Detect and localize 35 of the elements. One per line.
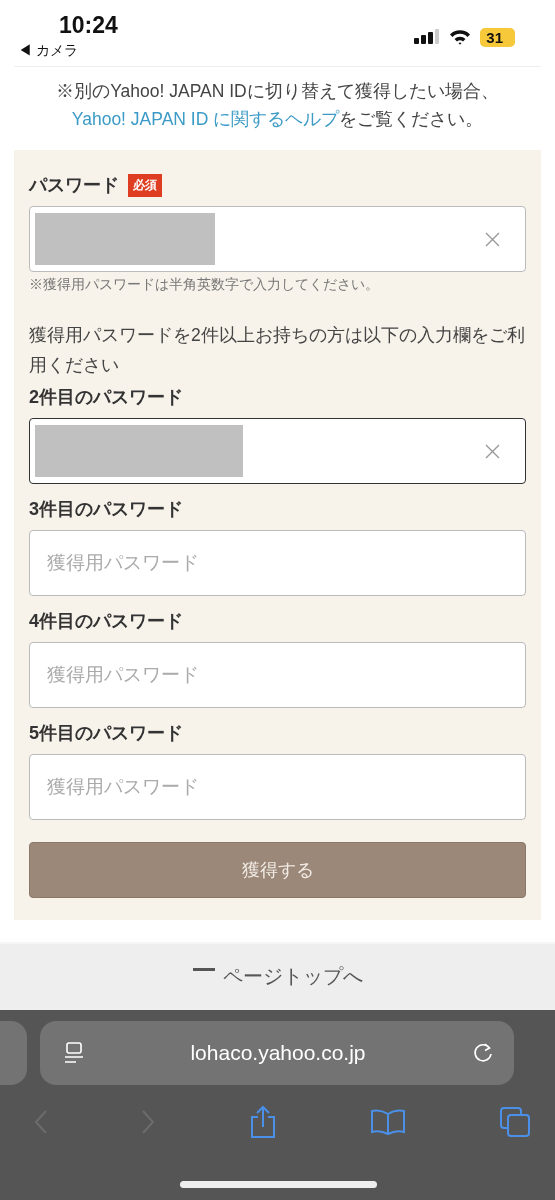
field-label: パスワード	[29, 174, 119, 197]
clear-icon[interactable]	[485, 443, 500, 459]
field-placeholder: 獲得用パスワード	[46, 663, 199, 687]
page-top-link[interactable]: ページトップへ	[192, 964, 363, 988]
password-field[interactable]: 獲得用パスワード	[29, 754, 526, 820]
address-bar[interactable]: lohaco.yahoo.co.jp	[40, 1021, 514, 1085]
password-field[interactable]	[29, 418, 526, 484]
field-placeholder: 獲得用パスワード	[46, 551, 199, 575]
signal-icon	[414, 29, 441, 45]
forward-icon[interactable]	[141, 1109, 156, 1135]
submit-button[interactable]: 獲得する	[29, 842, 526, 898]
help-link[interactable]: Yahoo! JAPAN ID に関するヘルプ	[71, 109, 340, 129]
status-time: 10:24	[59, 12, 118, 39]
required-badge: 必須	[128, 173, 162, 197]
battery-indicator: 31	[480, 27, 515, 47]
field-label: 5件目のパスワード	[29, 722, 183, 745]
field-label: 4件目のパスワード	[29, 610, 183, 633]
tabs-icon[interactable]	[499, 1106, 531, 1138]
bookmarks-icon[interactable]	[369, 1108, 406, 1136]
password-field[interactable]: 獲得用パスワード	[29, 530, 526, 596]
hint-text: ※獲得用パスワードは半角英数字で入力してください。	[29, 276, 380, 294]
page-menu-icon[interactable]	[64, 1042, 84, 1064]
wifi-icon	[449, 29, 472, 45]
notice-text: ※別のYahoo! JAPAN IDに切り替えて獲得したい場合、 Yahoo! JAPAN ID に関するヘルプをご覧ください。	[55, 80, 500, 131]
password-field[interactable]	[29, 206, 526, 272]
share-icon[interactable]	[248, 1105, 277, 1139]
clear-icon[interactable]	[485, 231, 500, 247]
field-label: 3件目のパスワード	[29, 498, 183, 521]
back-to-app-link[interactable]: ◀ カメラ	[18, 42, 118, 60]
reload-icon[interactable]	[472, 1042, 494, 1064]
intro-text: 獲得用パスワードを2件以上お持ちの方は以下の入力欄をご利用ください	[29, 324, 526, 377]
password-field[interactable]: 獲得用パスワード	[29, 642, 526, 708]
field-placeholder: 獲得用パスワード	[46, 775, 199, 799]
url-text: lohaco.yahoo.co.jp	[190, 1041, 366, 1065]
field-label: 2件目のパスワード	[29, 386, 183, 409]
